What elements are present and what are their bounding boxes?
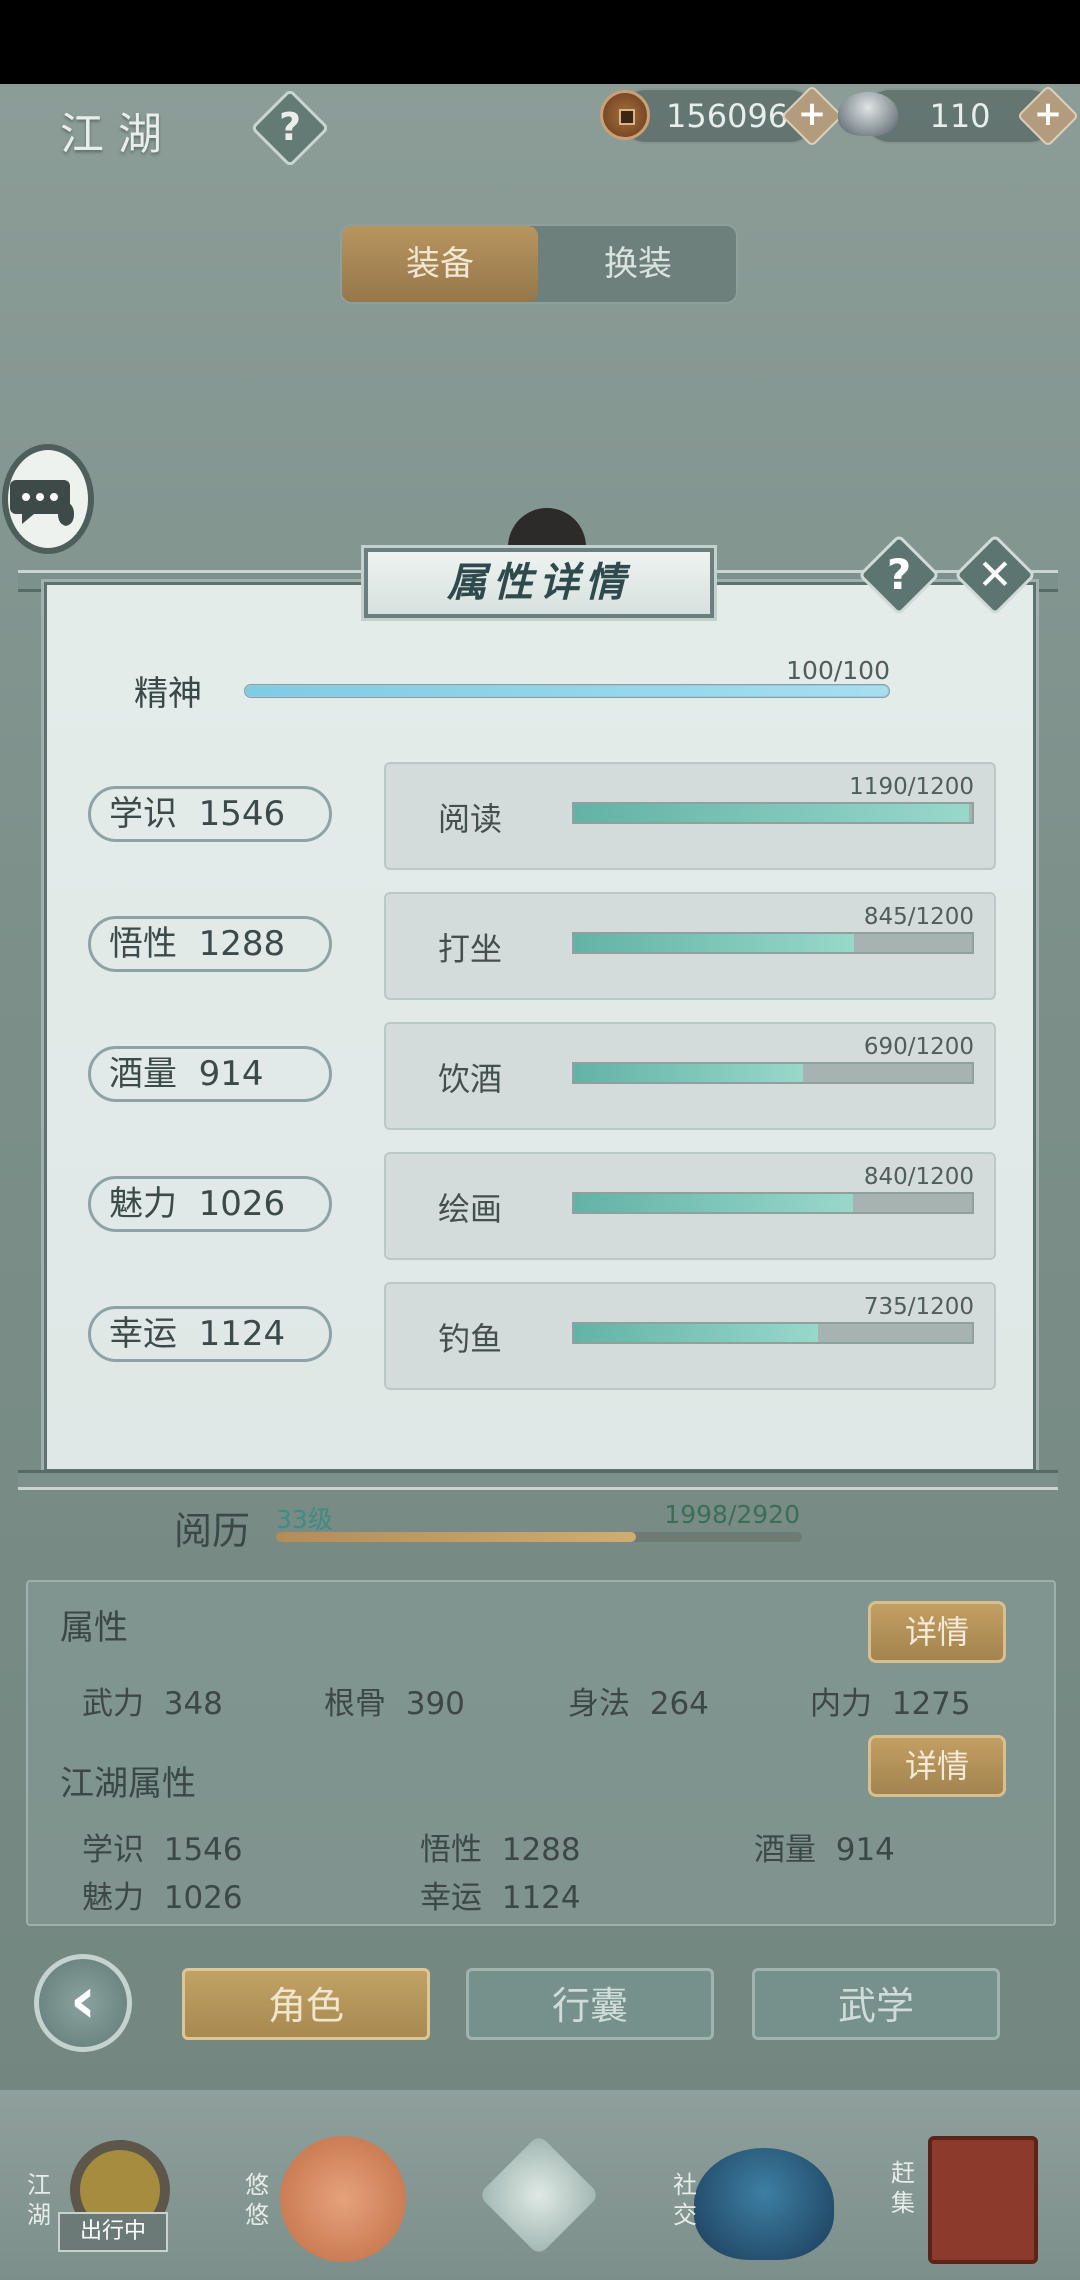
modal-scroll-bottom — [18, 1470, 1058, 1490]
nav-youyou[interactable] — [280, 2136, 406, 2262]
activity-progress-value: 735/1200 — [863, 1294, 974, 1320]
activity-progress-value: 1190/1200 — [849, 774, 974, 800]
activity-progress-value: 840/1200 — [863, 1164, 974, 1190]
activity-progress-fill — [574, 1064, 803, 1082]
attribute-value: 1546 — [198, 794, 286, 834]
stat-xingyun: 幸运 1124 — [420, 1880, 581, 1916]
attribute-value: 1124 — [198, 1314, 286, 1354]
spirit-label: 精神 — [134, 674, 202, 714]
spirit-value: 100/100 — [786, 656, 890, 685]
activity-progress-fill — [574, 934, 854, 952]
attribute-value: 1026 — [198, 1184, 286, 1224]
stat-meili: 魅力 1026 — [82, 1880, 243, 1916]
attribute-name: 悟性 — [109, 924, 177, 964]
tab-inventory[interactable]: 行囊 — [466, 1968, 714, 2040]
silver-ingot-icon — [838, 92, 898, 136]
activity-progress-fill — [574, 804, 969, 822]
nav-social[interactable] — [694, 2148, 834, 2260]
attribute-name: 幸运 — [109, 1314, 177, 1354]
modal-title: 属性详情 — [364, 548, 714, 618]
nav-market-label: 赶集 — [891, 2159, 915, 2217]
back-button[interactable]: ‹ — [34, 1954, 132, 2052]
attribute-pill: 魅力 1026 — [88, 1176, 332, 1232]
attribute-pill: 悟性 1288 — [88, 916, 332, 972]
tab-outfit[interactable]: 换装 — [540, 226, 736, 302]
experience-bar-fill — [276, 1532, 636, 1542]
activity-name: 饮酒 — [438, 1060, 503, 1098]
status-bar — [0, 0, 1080, 84]
activity-name: 钓鱼 — [438, 1320, 503, 1358]
traveling-badge: 出行中 — [58, 2212, 168, 2252]
chat-icon — [10, 480, 74, 526]
experience-value: 1998/2920 — [664, 1500, 800, 1529]
tab-martial-arts[interactable]: 武学 — [752, 1968, 1000, 2040]
attribute-pill: 学识 1546 — [88, 786, 332, 842]
activity-name: 阅读 — [438, 800, 503, 838]
close-icon: ✕ — [977, 550, 1013, 599]
stat-wuxing: 悟性 1288 — [420, 1832, 581, 1868]
nav-youyou-label: 悠悠 — [245, 2171, 269, 2229]
activity-progress-value: 845/1200 — [863, 904, 974, 930]
attributes-title: 属性 — [60, 1608, 128, 1648]
help-icon: ? — [278, 105, 302, 149]
attribute-value: 914 — [198, 1054, 264, 1094]
attribute-pill: 酒量 914 — [88, 1046, 332, 1102]
copper-value: 156096 — [666, 97, 789, 135]
attribute-name: 酒量 — [109, 1054, 177, 1094]
attribute-name: 学识 — [109, 794, 177, 834]
back-icon: ‹ — [69, 1964, 97, 2038]
help-icon: ? — [886, 550, 912, 599]
silver-value: 110 — [929, 97, 991, 135]
stat-jiuliang: 酒量 914 — [754, 1832, 895, 1868]
attributes-detail-button[interactable]: 详情 — [868, 1601, 1006, 1663]
experience-label: 阅历 — [174, 1509, 251, 1553]
activity-name: 绘画 — [438, 1190, 503, 1228]
experience-level: 33级 — [276, 1505, 333, 1534]
tab-character[interactable]: 角色 — [182, 1968, 430, 2040]
attribute-value: 1288 — [198, 924, 286, 964]
plus-icon: + — [797, 94, 827, 134]
activity-name: 打坐 — [438, 930, 503, 968]
nav-market[interactable] — [928, 2136, 1038, 2264]
jianghu-attributes-title: 江湖属性 — [60, 1764, 196, 1804]
plus-icon: + — [1033, 94, 1063, 134]
activity-progress-fill — [574, 1194, 853, 1212]
activity-progress-value: 690/1200 — [863, 1034, 974, 1060]
nav-social-label: 社交 — [673, 2171, 697, 2229]
copper-coin-icon — [600, 90, 650, 140]
stat-xueshi: 学识 1546 — [82, 1832, 243, 1868]
activity-progress-fill — [574, 1324, 818, 1342]
attribute-pill: 幸运 1124 — [88, 1306, 332, 1362]
stat-wuli: 武力 348 — [82, 1686, 223, 1722]
game-title: 江湖 — [60, 109, 176, 160]
nav-jianghu-label: 江湖 — [27, 2171, 51, 2229]
tab-equipment[interactable]: 装备 — [342, 226, 538, 302]
stat-shenfa: 身法 264 — [568, 1686, 709, 1722]
stat-neili: 内力 1275 — [810, 1686, 971, 1722]
spirit-bar-fill — [246, 686, 888, 696]
jianghu-detail-button[interactable]: 详情 — [868, 1735, 1006, 1797]
attribute-name: 魅力 — [109, 1184, 177, 1224]
stat-gengu: 根骨 390 — [324, 1686, 465, 1722]
chat-button[interactable] — [2, 444, 94, 554]
